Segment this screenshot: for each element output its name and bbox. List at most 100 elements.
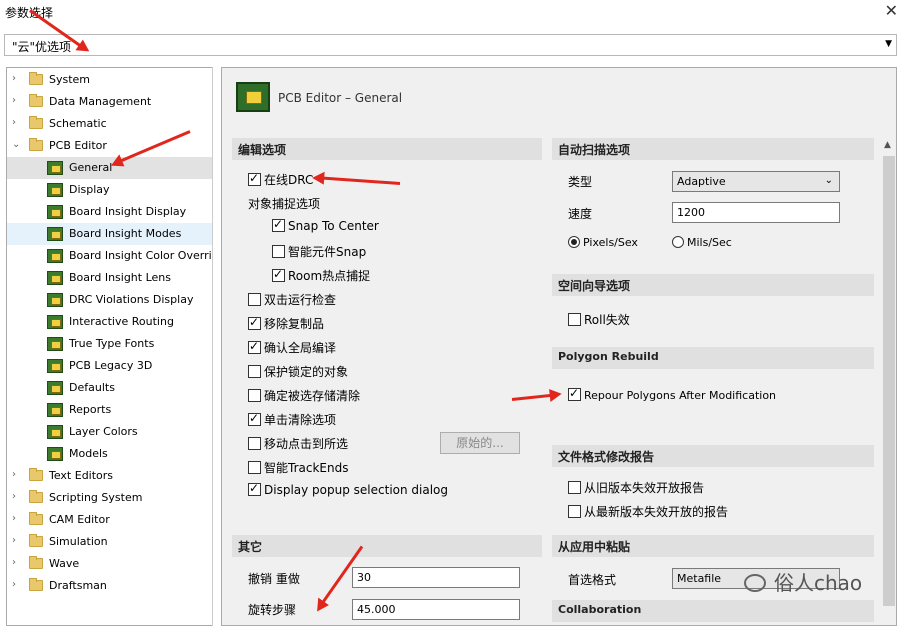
pcb-page-icon <box>47 183 63 197</box>
smart-trackends-checkbox[interactable]: 智能TrackEnds <box>248 459 348 477</box>
tree-item[interactable]: Board Insight Lens <box>7 267 212 289</box>
confirm-global-checkbox[interactable]: 确认全局编译 <box>248 339 336 357</box>
chevron-right-icon[interactable]: › <box>12 513 22 524</box>
tree-item[interactable]: Models <box>7 443 212 465</box>
tree-item[interactable]: Board Insight Color Overrides <box>7 245 212 267</box>
checkbox-box[interactable] <box>272 217 285 232</box>
repour-polygons-checkbox[interactable]: Repour Polygons After Modification <box>568 386 776 406</box>
category-tree[interactable]: › System › Data Management › Schematic ⌄ PCB Ed… <box>6 67 213 626</box>
tree-item[interactable]: › Draftsman <box>7 575 212 597</box>
preferred-format-label: 首选格式 <box>568 573 617 587</box>
online-drc-checkbox[interactable]: 在线DRC <box>248 171 313 189</box>
pcb-page-icon <box>47 315 63 329</box>
checkbox-box[interactable] <box>568 505 581 518</box>
close-icon[interactable]: ✕ <box>885 1 898 20</box>
pcb-page-icon <box>47 161 63 175</box>
checkbox-box[interactable] <box>568 313 581 326</box>
pixels-radio[interactable]: Pixels/Sex <box>568 235 638 253</box>
panel-scrollbar[interactable]: ▲ <box>881 138 896 625</box>
tree-item-label: Simulation <box>49 535 108 548</box>
checkbox-box[interactable] <box>272 245 285 258</box>
checkbox-box[interactable] <box>568 481 581 494</box>
checkbox-box[interactable] <box>248 411 261 426</box>
scrollbar-thumb[interactable] <box>883 156 895 606</box>
tree-item-label: True Type Fonts <box>69 337 155 350</box>
move-click-checkbox[interactable]: 移动点击到所选 <box>248 435 348 453</box>
tree-item[interactable]: Board Insight Modes <box>7 223 212 245</box>
radio-circle[interactable] <box>672 236 684 248</box>
chevron-right-icon[interactable]: › <box>12 95 22 106</box>
checkbox-box[interactable] <box>248 389 261 402</box>
section-other: 其它 <box>232 535 542 557</box>
original-button[interactable]: 原始的... <box>440 432 520 454</box>
tree-item[interactable]: True Type Fonts <box>7 333 212 355</box>
room-snap-checkbox[interactable]: Room热点捕捉 <box>272 267 370 285</box>
chevron-right-icon[interactable]: › <box>12 579 22 590</box>
autopan-type-label: 类型 <box>568 175 593 189</box>
checkbox-box[interactable] <box>248 293 261 306</box>
tree-item[interactable]: › Wave <box>7 553 212 575</box>
popup-dialog-checkbox[interactable]: Display popup selection dialog <box>248 481 448 501</box>
undo-field[interactable]: 30 <box>352 567 520 588</box>
confirm-selection-clear-checkbox[interactable]: 确定被选存储清除 <box>248 387 360 405</box>
tree-divider <box>212 67 213 626</box>
tree-item[interactable]: › Schematic <box>7 113 212 135</box>
click-clear-checkbox[interactable]: 单击清除选项 <box>248 411 336 429</box>
tree-item[interactable]: Defaults <box>7 377 212 399</box>
chevron-right-icon[interactable]: › <box>12 469 22 480</box>
tree-item[interactable]: Layer Colors <box>7 421 212 443</box>
rotate-step-label: 旋转步骤 <box>248 603 297 617</box>
checkbox-label: 确定被选存储清除 <box>264 389 361 403</box>
pcb-page-icon <box>47 337 63 351</box>
checkbox-box[interactable] <box>248 481 261 496</box>
tree-item[interactable]: Interactive Routing <box>7 311 212 333</box>
checkbox-box[interactable] <box>248 461 261 474</box>
tree-item[interactable]: › Text Editors <box>7 465 212 487</box>
chevron-down-icon[interactable]: ⌄ <box>12 139 22 150</box>
chevron-down-icon[interactable]: ▼ <box>885 39 892 49</box>
radio-circle[interactable] <box>568 236 580 248</box>
scroll-up-icon[interactable]: ▲ <box>884 140 891 150</box>
chevron-right-icon[interactable]: › <box>12 491 22 502</box>
checkbox-box[interactable] <box>248 315 261 330</box>
checkbox-box[interactable] <box>248 171 261 186</box>
watermark-text: 俗人chao <box>774 571 863 595</box>
checkbox-box[interactable] <box>248 437 261 450</box>
snap-to-center-checkbox[interactable]: Snap To Center <box>272 217 379 237</box>
checkbox-label: 双击运行检查 <box>264 293 337 307</box>
checkbox-box[interactable] <box>248 365 261 378</box>
chevron-right-icon[interactable]: › <box>12 557 22 568</box>
autopan-speed-field[interactable]: 1200 <box>672 202 840 223</box>
tree-item[interactable]: › Scripting System <box>7 487 212 509</box>
tree-item[interactable]: › CAM Editor <box>7 509 212 531</box>
tree-item[interactable]: PCB Legacy 3D <box>7 355 212 377</box>
tree-item[interactable]: Display <box>7 179 212 201</box>
tree-item[interactable]: Board Insight Display <box>7 201 212 223</box>
mils-radio[interactable]: Mils/Sec <box>672 235 732 253</box>
checkbox-box[interactable] <box>272 267 285 282</box>
tree-item[interactable]: › Data Management <box>7 91 212 113</box>
autopan-type-dropdown[interactable]: Adaptive ⌄ <box>672 171 840 192</box>
section-title: 从应用中粘贴 <box>558 540 631 554</box>
tree-item[interactable]: DRC Violations Display <box>7 289 212 311</box>
tree-item[interactable]: Reports <box>7 399 212 421</box>
remove-duplicates-checkbox[interactable]: 移除复制品 <box>248 315 324 333</box>
panel-title: PCB Editor – General <box>278 91 403 105</box>
new-version-report-checkbox[interactable]: 从最新版本失效开放的报告 <box>568 503 728 521</box>
field-value: 30 <box>357 571 371 584</box>
chevron-right-icon[interactable]: › <box>12 117 22 128</box>
tree-item[interactable]: › System <box>7 69 212 91</box>
rotate-step-field[interactable]: 45.000 <box>352 599 520 620</box>
tree-item[interactable]: › Simulation <box>7 531 212 553</box>
old-version-report-checkbox[interactable]: 从旧版本失效开放报告 <box>568 479 704 497</box>
checkbox-box[interactable] <box>568 386 581 401</box>
chevron-right-icon[interactable]: › <box>12 73 22 84</box>
smart-snap-checkbox[interactable]: 智能元件Snap <box>272 243 366 261</box>
checkbox-box[interactable] <box>248 339 261 354</box>
preset-combo[interactable]: "云"优选项 ▼ <box>4 34 897 56</box>
roll-disable-checkbox[interactable]: Roll失效 <box>568 311 630 329</box>
chevron-right-icon[interactable]: › <box>12 535 22 546</box>
tree-item[interactable]: ⌄ PCB Editor <box>7 135 212 157</box>
dblclick-check-checkbox[interactable]: 双击运行检查 <box>248 291 336 309</box>
protect-locked-checkbox[interactable]: 保护锁定的对象 <box>248 363 348 381</box>
